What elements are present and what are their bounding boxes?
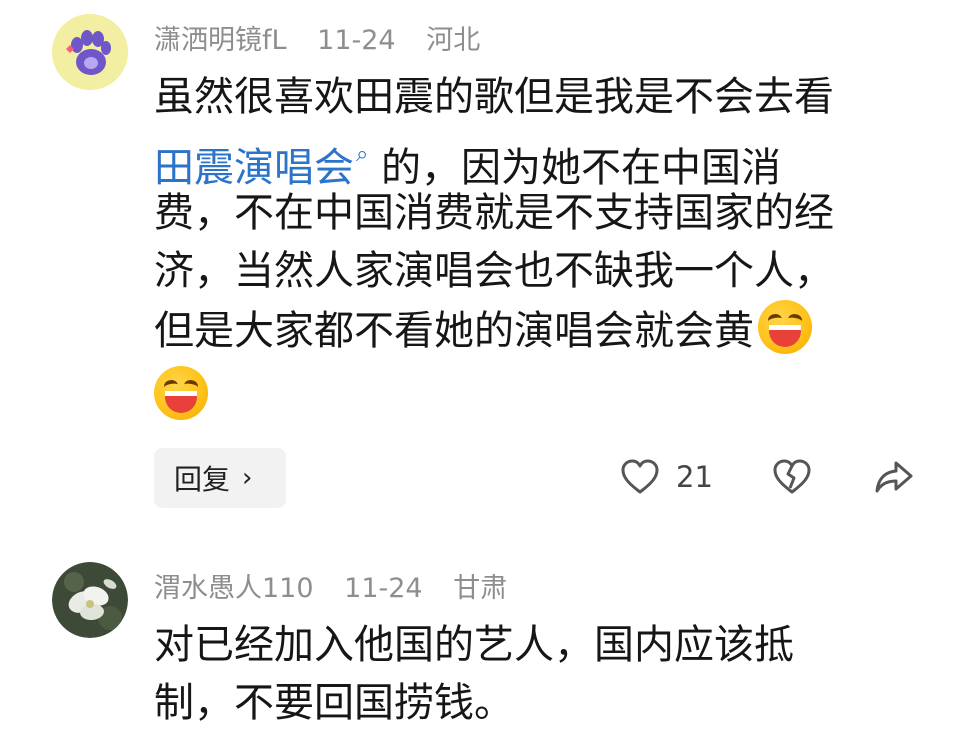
dislike-button[interactable] xyxy=(772,458,812,496)
comment-location: 甘肃 xyxy=(453,573,508,604)
comment-date: 11-24 xyxy=(317,25,396,56)
paw-icon xyxy=(52,14,128,90)
comment-meta: 渭水愚人110 11-24 甘肃 xyxy=(154,566,529,605)
comment-line: 制，不要回国捞钱。 xyxy=(154,680,514,726)
search-icon[interactable]: ⌕ xyxy=(356,142,368,167)
avatar[interactable] xyxy=(52,562,128,638)
comment-line-with-link: 田震演唱会⌕ 的，因为她不在中国消 xyxy=(154,126,914,191)
comment-line: 济，当然人家演唱会也不缺我一个人， xyxy=(154,248,834,294)
comment-line: 对已经加入他国的艺人，国内应该抵 xyxy=(154,622,794,668)
reply-button[interactable]: 回复 › xyxy=(154,448,286,508)
avatar[interactable] xyxy=(52,14,128,90)
like-button[interactable]: 21 xyxy=(620,458,713,496)
share-button[interactable] xyxy=(874,458,914,496)
username[interactable]: 渭水愚人110 xyxy=(154,573,314,604)
heart-icon xyxy=(621,459,659,494)
emoji-line xyxy=(154,358,914,424)
comment-text: 虽然很喜欢田震的歌但是我是不会去看 田震演唱会⌕ 的，因为她不在中国消 费，不在… xyxy=(154,68,914,424)
comment-text: 对已经加入他国的艺人，国内应该抵 制，不要回国捞钱。 xyxy=(154,616,914,732)
reply-label: 回复 xyxy=(174,463,231,496)
comment-line: 费，不在中国消费就是不支持国家的经 xyxy=(154,190,834,236)
comment-line: 但是大家都不看她的演唱会就会黄 xyxy=(154,308,754,354)
grinning-squint-face-icon xyxy=(154,366,208,420)
comment-line-with-emoji: 但是大家都不看她的演唱会就会黄 xyxy=(154,300,914,358)
username[interactable]: 潇洒明镜fL xyxy=(154,25,287,56)
comment-meta: 潇洒明镜fL 11-24 河北 xyxy=(154,18,502,57)
like-count: 21 xyxy=(676,460,713,494)
grinning-squint-face-icon xyxy=(758,300,812,354)
chevron-right-icon: › xyxy=(242,463,253,493)
comment-location: 河北 xyxy=(426,25,481,56)
comment-date: 11-24 xyxy=(344,573,423,604)
share-icon xyxy=(875,461,913,493)
broken-heart-icon xyxy=(773,459,811,494)
flower-photo-icon xyxy=(52,562,128,638)
comment-line: 虽然很喜欢田震的歌但是我是不会去看 xyxy=(154,74,834,120)
